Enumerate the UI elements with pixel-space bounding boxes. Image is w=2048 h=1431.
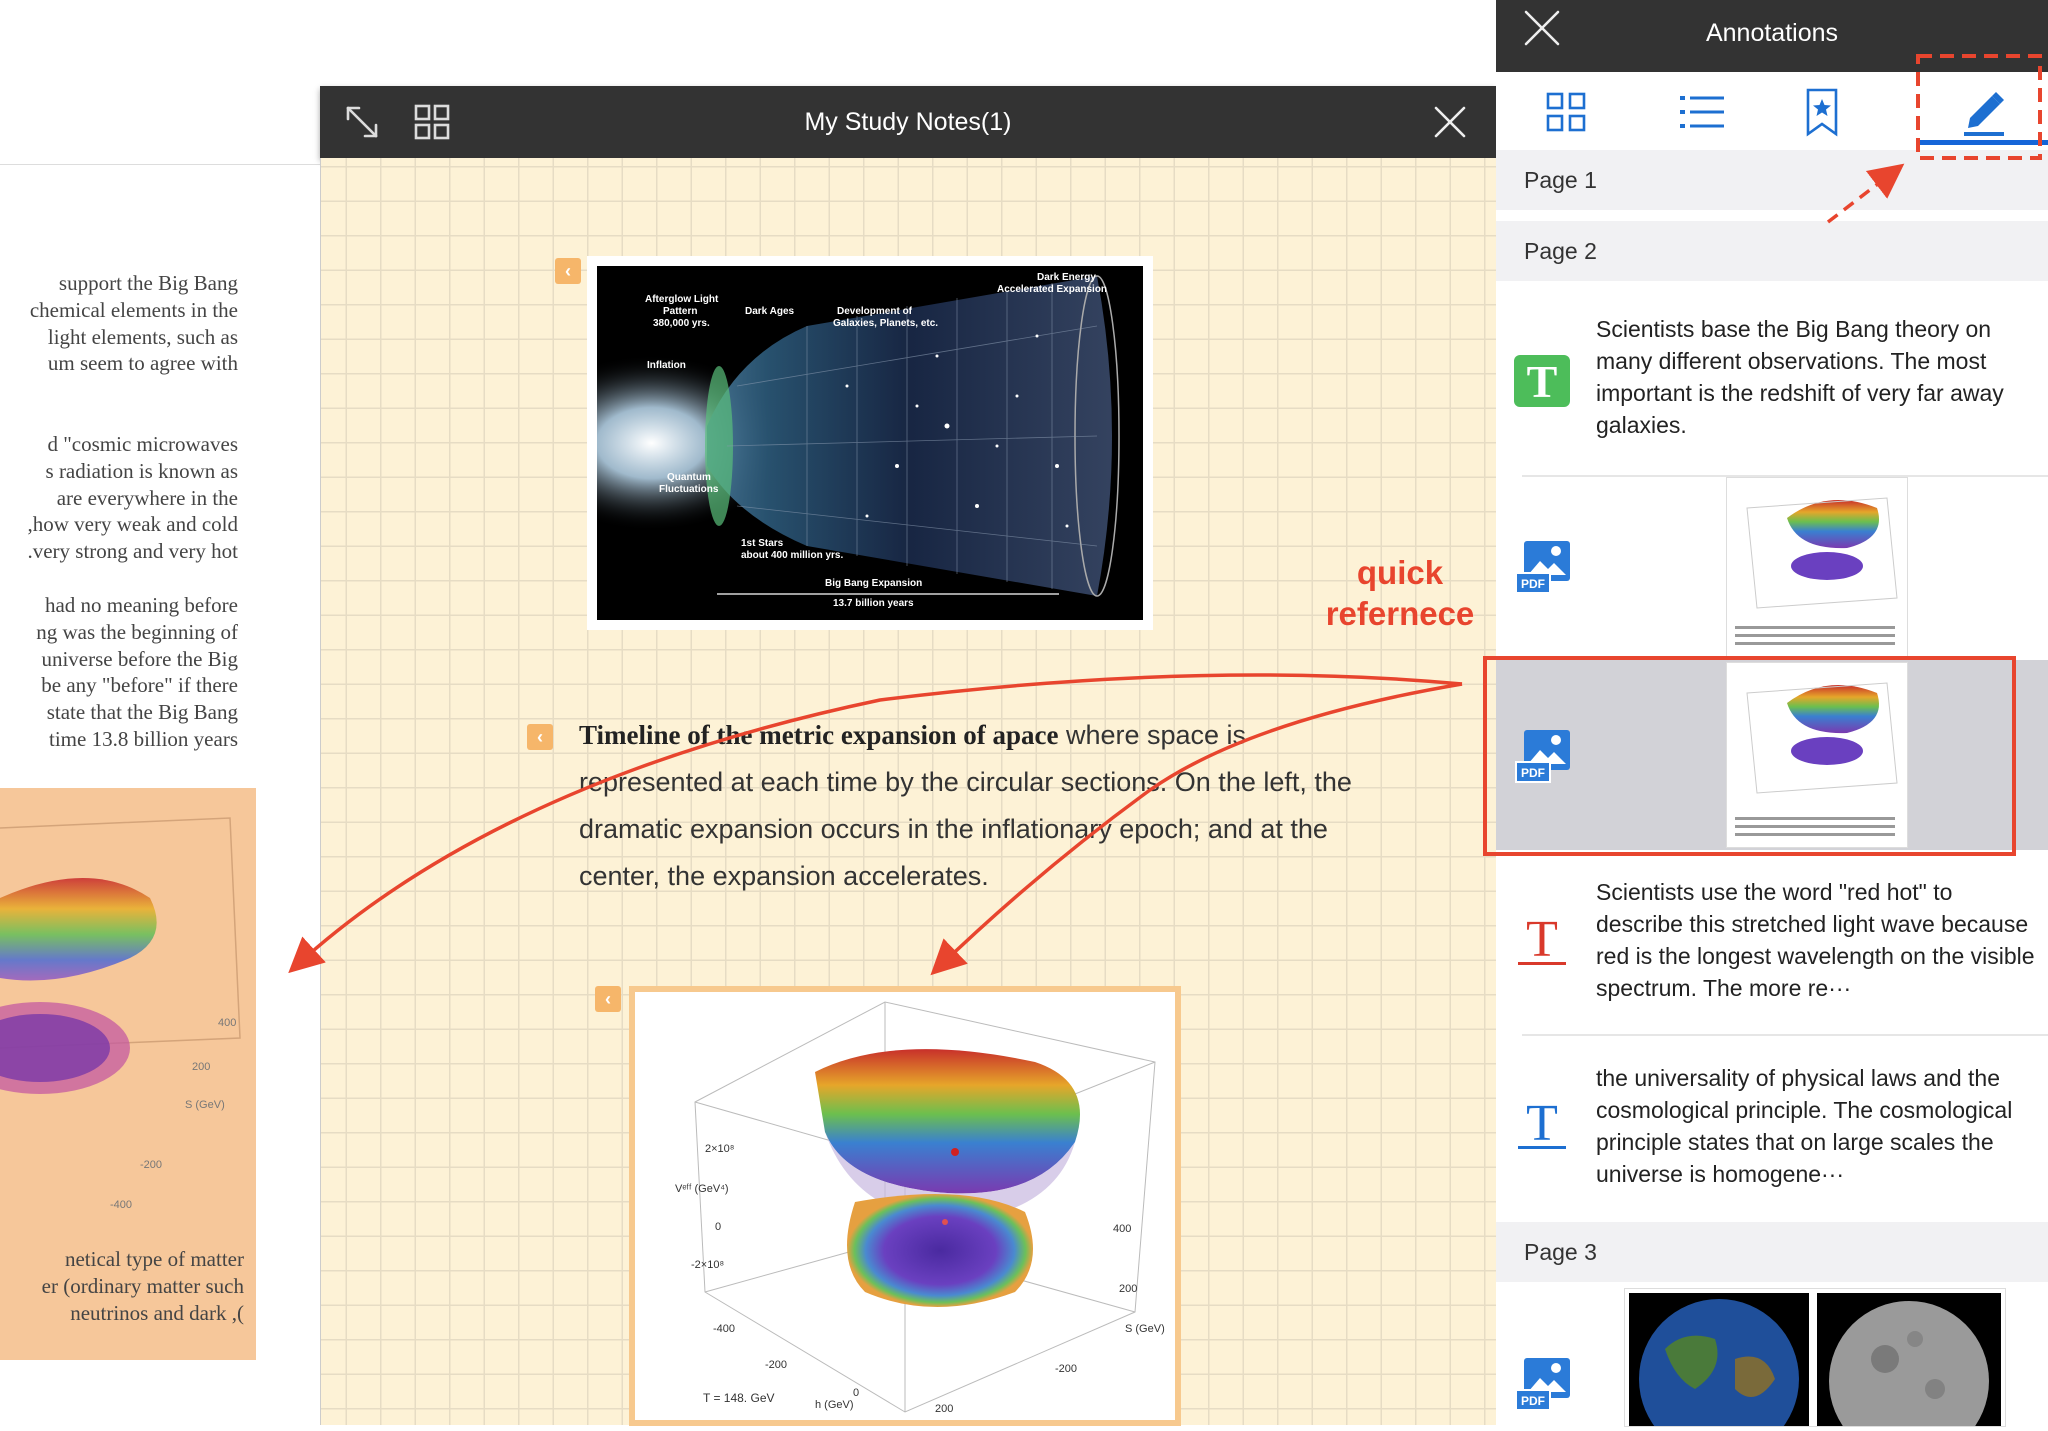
svg-text:Accelerated Expansion: Accelerated Expansion — [997, 284, 1107, 295]
svg-text:1st Stars: 1st Stars — [741, 538, 784, 549]
svg-text:T: T — [1526, 1096, 1558, 1152]
svg-text:-400: -400 — [110, 1199, 132, 1211]
svg-text:2×10⁸: 2×10⁸ — [705, 1143, 734, 1155]
document-paragraph-1: support the Big Bang chemical elements i… — [29, 271, 238, 376]
svg-text:T: T — [1527, 356, 1558, 407]
svg-text:Afterglow Light: Afterglow Light — [645, 294, 719, 305]
svg-text:200: 200 — [1119, 1283, 1137, 1295]
svg-text:PDF: PDF — [1521, 1394, 1545, 1408]
section-page-2[interactable]: Page 2 — [1496, 221, 2048, 281]
svg-text:Inflation: Inflation — [647, 360, 686, 371]
close-icon[interactable] — [1430, 102, 1470, 142]
notes-title: My Study Notes(1) — [804, 108, 1012, 136]
text-underline-icon: T — [1518, 912, 1566, 968]
svg-text:T: T — [1526, 912, 1558, 968]
outline-tab-icon[interactable] — [1676, 86, 1728, 138]
highlighted-figure[interactable]: 400 200 S (GeV) -200 -400 netical type o… — [0, 788, 256, 1360]
pencil-annotations-tab-icon[interactable] — [1958, 86, 2010, 138]
collapse-marker[interactable]: ‹ — [527, 724, 553, 750]
annotation-item-selected[interactable]: PDF — [1496, 660, 2048, 850]
potential-plot-image[interactable]: 2×10⁸ Vᵉᶠᶠ (GeV⁴) 0 -2×10⁸ -400 -200 0 h… — [629, 986, 1181, 1426]
bookmark-tab-icon[interactable] — [1796, 86, 1848, 138]
svg-text:-2×10⁸: -2×10⁸ — [691, 1259, 724, 1271]
annotation-item[interactable]: T the universality of physical laws and … — [1496, 1036, 2048, 1222]
svg-text:about 400 million yrs.: about 400 million yrs. — [741, 550, 843, 561]
text-note-icon: T — [1514, 355, 1570, 407]
document-paragraph-3: had no meaning before ng was the beginni… — [36, 593, 238, 751]
pdf-image-icon: PDF — [1515, 1358, 1570, 1411]
annotation-item[interactable]: T Scientists base the Big Bang theory on… — [1496, 285, 2048, 475]
pdf-image-icon: PDF — [1515, 730, 1570, 783]
universe-timeline-image[interactable]: Dark Energy Accelerated Expansion Afterg… — [587, 256, 1153, 630]
thumbnails-tab-icon[interactable] — [1540, 86, 1592, 138]
document-paragraph-2: d "cosmic microwaves s radiation is know… — [27, 432, 238, 564]
note-bold-title: Timeline of the metric expansion of apac… — [579, 720, 1059, 750]
svg-text:Development of: Development of — [837, 306, 913, 317]
earth-moon-thumbnail — [1624, 1288, 2006, 1431]
svg-text:Quantum: Quantum — [667, 472, 711, 483]
svg-text:0: 0 — [715, 1221, 721, 1233]
collapse-marker[interactable]: ‹ — [595, 986, 621, 1012]
annotation-item[interactable]: PDF — [1496, 1286, 2048, 1431]
svg-text:0: 0 — [853, 1387, 859, 1399]
annotations-panel: Annotations Page 1 Page 2 T Scientists b… — [1496, 0, 2048, 1431]
svg-text:T = 148. GeV: T = 148. GeV — [703, 1391, 775, 1405]
annotation-thumbnail — [1726, 662, 1908, 848]
svg-text:-400: -400 — [713, 1323, 735, 1335]
svg-text:S (GeV): S (GeV) — [185, 1099, 225, 1111]
notes-titlebar: My Study Notes(1) — [320, 86, 1496, 158]
pdf-image-icon: PDF — [1515, 541, 1570, 594]
svg-text:Galaxies, Planets, etc.: Galaxies, Planets, etc. — [833, 318, 938, 329]
annotation-text: the universality of physical laws and th… — [1596, 1065, 2013, 1187]
panel-titlebar: Annotations — [1496, 0, 2048, 72]
annotation-item[interactable]: T Scientists use the word "red hot" to d… — [1496, 860, 2048, 1030]
panel-title: Annotations — [1705, 19, 1839, 47]
svg-text:PDF: PDF — [1521, 577, 1545, 591]
svg-text:PDF: PDF — [1521, 766, 1545, 780]
svg-text:Big Bang Expansion: Big Bang Expansion — [825, 578, 922, 589]
svg-text:13.7 billion years: 13.7 billion years — [833, 598, 914, 609]
svg-text:400: 400 — [1113, 1223, 1131, 1235]
svg-text:Fluctuations: Fluctuations — [659, 484, 719, 495]
svg-text:Dark Energy: Dark Energy — [1037, 272, 1096, 283]
svg-text:-200: -200 — [140, 1159, 162, 1171]
annotation-thumbnail — [1726, 477, 1908, 657]
section-page-3[interactable]: Page 3 — [1496, 1222, 2048, 1282]
annotation-item[interactable]: PDF — [1496, 477, 2048, 657]
svg-text:h (GeV): h (GeV) — [815, 1399, 854, 1411]
svg-text:380,000 yrs.: 380,000 yrs. — [653, 318, 710, 329]
svg-text:-200: -200 — [1055, 1363, 1077, 1375]
svg-text:200: 200 — [935, 1403, 953, 1415]
svg-text:Vᵉᶠᶠ (GeV⁴): Vᵉᶠᶠ (GeV⁴) — [675, 1183, 729, 1195]
annotation-text: Scientists use the word "red hot" to des… — [1596, 879, 2035, 1001]
potential-3d-plot: 2×10⁸ Vᵉᶠᶠ (GeV⁴) 0 -2×10⁸ -400 -200 0 h… — [675, 1001, 1165, 1415]
svg-text:400: 400 — [218, 1017, 236, 1029]
svg-text:200: 200 — [192, 1061, 210, 1073]
background-document: support the Big Bang chemical elements i… — [0, 0, 330, 1425]
section-page-1[interactable]: Page 1 — [1496, 150, 2048, 210]
svg-text:Pattern: Pattern — [663, 306, 697, 317]
svg-text:Dark Ages: Dark Ages — [745, 306, 795, 317]
notes-canvas[interactable]: ‹ Dark Energy Accelerated Expansion Afte… — [320, 158, 1497, 1426]
universe-expansion-graphic: Dark Energy Accelerated Expansion Afterg… — [597, 266, 1143, 620]
quick-reference-label: quick refernece — [1325, 554, 1475, 632]
svg-text:-200: -200 — [765, 1359, 787, 1371]
active-tab-indicator — [1918, 140, 2048, 145]
text-note-icon: T — [1518, 1096, 1566, 1152]
svg-text:S (GeV): S (GeV) — [1125, 1323, 1165, 1335]
collapse-marker[interactable]: ‹ — [555, 258, 581, 284]
note-text-block[interactable]: Timeline of the metric expansion of apac… — [579, 712, 1369, 900]
document-divider — [0, 164, 330, 165]
figure-caption: netical type of matter er (ordinary matt… — [41, 1247, 244, 1325]
annotation-text: Scientists base the Big Bang theory on m… — [1596, 316, 2004, 438]
potential-surface-plot: 400 200 S (GeV) -200 -400 — [0, 817, 241, 1211]
study-notes-window: My Study Notes(1) ‹ Dark Energy Accelera… — [320, 86, 1497, 1426]
